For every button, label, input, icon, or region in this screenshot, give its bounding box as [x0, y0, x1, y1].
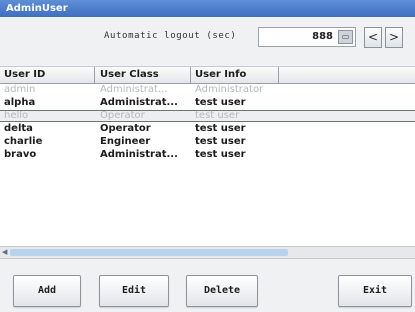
cell-user-info: test user	[195, 136, 246, 147]
column-header-user-class[interactable]: User Class	[100, 67, 190, 83]
table-row[interactable]: admin Administrat... Administrator	[0, 84, 415, 96]
table-row[interactable]: hello Operator test user	[0, 110, 415, 122]
cell-user-info: test user	[195, 149, 246, 160]
column-header-user-id[interactable]: User ID	[4, 67, 90, 83]
cell-user-id: charlie	[4, 136, 43, 147]
horizontal-scrollbar[interactable]: ◀	[0, 246, 415, 259]
cell-user-id: delta	[4, 123, 33, 134]
column-divider[interactable]	[94, 67, 95, 83]
table-header: User ID User Class User Info	[0, 67, 415, 84]
table-row[interactable]: charlie Engineer test user	[0, 136, 415, 148]
cell-user-info: Administrator	[195, 84, 264, 95]
cell-user-class: Operator	[100, 111, 145, 121]
cell-user-info: test user	[195, 123, 246, 134]
exit-button[interactable]: Exit	[338, 275, 412, 307]
cell-user-class: Administrat...	[100, 97, 178, 108]
table-row[interactable]: delta Operator test user	[0, 123, 415, 135]
logout-time-value: 888	[312, 31, 333, 42]
user-list[interactable]: User ID User Class User Info admin Admini…	[0, 66, 415, 247]
logout-label: Automatic logout (sec)	[104, 31, 237, 41]
cell-user-id: alpha	[4, 97, 36, 108]
keypad-icon[interactable]: ▭	[338, 30, 353, 44]
cell-user-info: test user	[195, 111, 240, 121]
prev-page-button[interactable]: <	[364, 27, 382, 48]
table-row[interactable]: alpha Administrat... test user	[0, 97, 415, 109]
cell-user-info: test user	[195, 97, 246, 108]
cell-user-class: Administrat...	[100, 84, 168, 95]
logout-time-field[interactable]: 888 ▭	[258, 27, 356, 47]
delete-button[interactable]: Delete	[186, 275, 258, 307]
cell-user-id: bravo	[4, 149, 37, 160]
table-row[interactable]: bravo Administrat... test user	[0, 149, 415, 161]
cell-user-class: Operator	[100, 123, 151, 134]
column-header-user-info[interactable]: User Info	[195, 67, 335, 83]
cell-user-id: admin	[4, 84, 36, 95]
window-title: AdminUser	[0, 0, 415, 17]
add-button[interactable]: Add	[13, 275, 81, 307]
column-divider[interactable]	[190, 67, 191, 83]
edit-button[interactable]: Edit	[99, 275, 169, 307]
cell-user-id: hello	[4, 111, 29, 121]
cell-user-class: Administrat...	[100, 149, 178, 160]
next-page-button[interactable]: >	[385, 27, 403, 48]
cell-user-class: Engineer	[100, 136, 151, 147]
column-divider[interactable]	[278, 67, 279, 83]
scrollbar-thumb[interactable]	[10, 249, 288, 256]
